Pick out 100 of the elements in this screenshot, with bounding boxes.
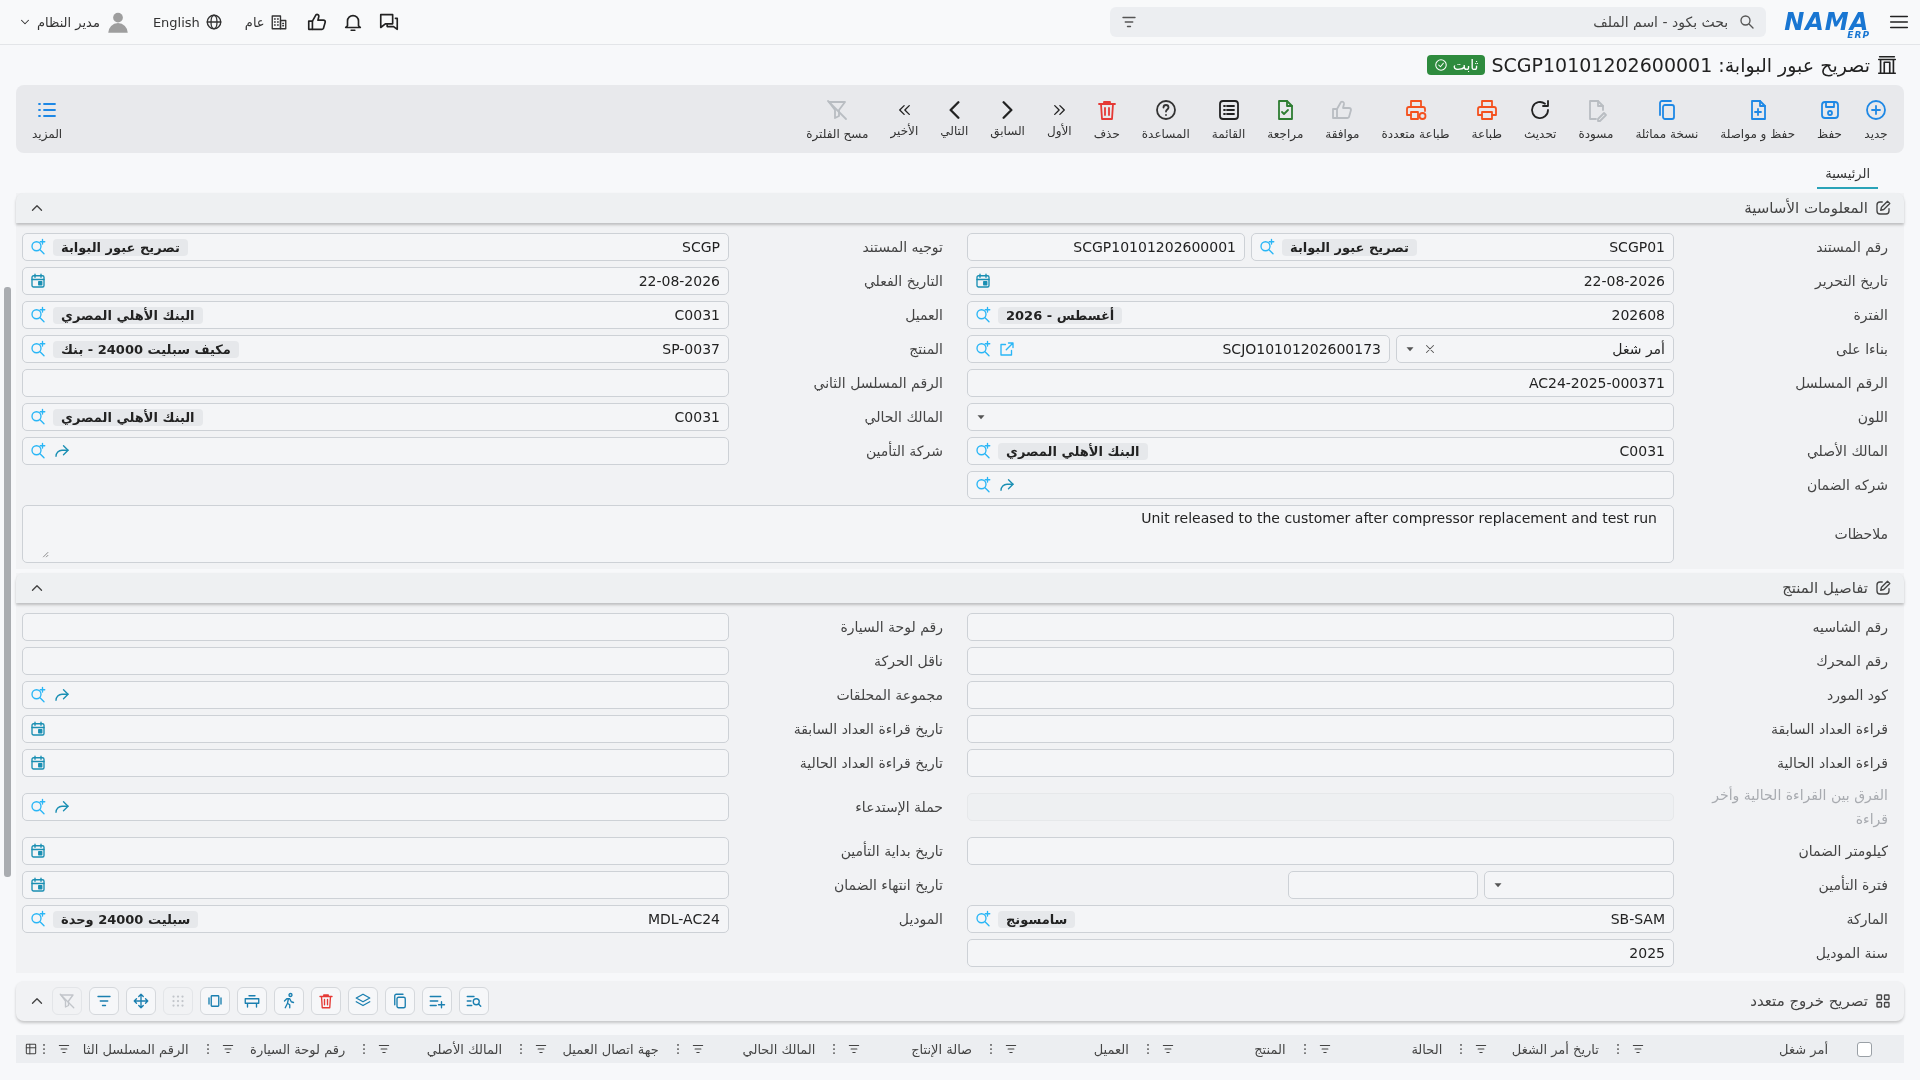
toolbar-button[interactable]: حذف: [1083, 93, 1130, 145]
calendar-icon[interactable]: [974, 272, 992, 290]
tool-button[interactable]: [348, 987, 378, 1015]
dropdown-field[interactable]: [1484, 871, 1674, 899]
input-field[interactable]: SCGP10101202600001: [967, 233, 1245, 261]
date-field[interactable]: [22, 715, 729, 743]
calendar-icon[interactable]: [29, 720, 47, 738]
tool-button[interactable]: [200, 987, 230, 1015]
section-header[interactable]: المعلومات الأساسية: [16, 193, 1904, 223]
input-field[interactable]: [22, 369, 729, 397]
tool-button[interactable]: [237, 987, 267, 1015]
toolbar-button[interactable]: الأول: [1036, 96, 1082, 142]
calendar-icon[interactable]: [29, 842, 47, 860]
toolbar-button[interactable]: التالي: [930, 96, 979, 142]
filter-icon[interactable]: [1317, 1042, 1332, 1056]
share-arrow-icon[interactable]: [998, 476, 1016, 494]
input-field[interactable]: [967, 837, 1674, 865]
tool-button[interactable]: [274, 987, 304, 1015]
toolbar-button[interactable]: حفظ و مواصلة: [1710, 93, 1806, 145]
search-input[interactable]: بحث بكود - اسم الملف: [1146, 13, 1731, 31]
user-menu[interactable]: مدير النظام: [14, 9, 135, 35]
dropdown-field[interactable]: [967, 403, 1674, 431]
table-settings-icon[interactable]: [23, 1042, 38, 1056]
dropdown-field[interactable]: أمر شغل: [1396, 335, 1674, 363]
tool-button[interactable]: [89, 987, 119, 1015]
tool-button[interactable]: [422, 987, 452, 1015]
lookup-field[interactable]: SCJO10101202600173: [967, 335, 1390, 363]
thumbs-up-icon[interactable]: [305, 11, 328, 33]
date-field[interactable]: [22, 837, 729, 865]
toolbar-button[interactable]: المساعدة: [1131, 93, 1200, 145]
filter-icon[interactable]: [56, 1042, 71, 1056]
date-field[interactable]: 22-08-2026: [22, 267, 729, 295]
toolbar-button[interactable]: القائمة: [1201, 93, 1256, 145]
column-header[interactable]: تاريخ أمر الشغل: [1511, 1041, 1599, 1057]
calendar-icon[interactable]: [29, 754, 47, 772]
filter-icon[interactable]: [534, 1042, 549, 1056]
column-header[interactable]: الحالة: [1411, 1041, 1443, 1057]
chat-icon[interactable]: [377, 11, 400, 33]
toolbar-button[interactable]: نسخة مماثلة: [1625, 93, 1709, 145]
search-field[interactable]: بحث بكود - اسم الملف: [1110, 7, 1767, 37]
input-field[interactable]: [967, 715, 1674, 743]
toolbar-button[interactable]: طباعة: [1461, 93, 1512, 145]
column-header[interactable]: المالك الأصلي: [426, 1041, 503, 1057]
toolbar-button[interactable]: السابق: [980, 96, 1035, 142]
tool-button[interactable]: [311, 987, 341, 1015]
filter-icon[interactable]: [1474, 1042, 1489, 1056]
column-header[interactable]: العميل: [1093, 1041, 1129, 1057]
column-header[interactable]: المنتج: [1254, 1041, 1286, 1057]
date-field[interactable]: 22-08-2026: [967, 267, 1674, 295]
language-selector[interactable]: English: [148, 13, 227, 31]
toolbar-button[interactable]: طباعة متعددة: [1371, 93, 1460, 145]
filter-icon[interactable]: [377, 1042, 392, 1056]
section-header[interactable]: تفاصيل المنتج: [16, 573, 1904, 603]
toolbar-button[interactable]: مراجعة: [1257, 93, 1314, 145]
column-header[interactable]: رقم لوحة السيارة: [250, 1041, 346, 1057]
share-arrow-icon[interactable]: [53, 798, 71, 816]
branch-selector[interactable]: عام: [240, 13, 292, 31]
notes-field[interactable]: Unit released to the customer after compressor replacement and test run: [22, 505, 1674, 563]
scrollbar-thumb[interactable]: [4, 287, 11, 877]
column-header[interactable]: صالة الإنتاج: [911, 1041, 973, 1057]
calendar-icon[interactable]: [29, 876, 47, 894]
calendar-icon[interactable]: [29, 272, 47, 290]
lookup-field[interactable]: [22, 681, 729, 709]
toolbar-button[interactable]: جديد: [1854, 93, 1898, 145]
external-link-icon[interactable]: [998, 340, 1016, 358]
column-header[interactable]: جهة اتصال العميل: [562, 1041, 659, 1057]
toolbar-button[interactable]: الأخير: [880, 96, 929, 142]
input-field[interactable]: AC24-2025-000371: [967, 369, 1674, 397]
input-field[interactable]: [22, 613, 729, 641]
column-header[interactable]: أمر شغل: [1779, 1041, 1828, 1057]
filter-icon[interactable]: [1160, 1042, 1175, 1056]
column-header[interactable]: الرقم المسلسل الثا: [82, 1041, 189, 1057]
filter-icon[interactable]: [690, 1042, 705, 1056]
tool-button[interactable]: [459, 987, 489, 1015]
input-field[interactable]: [967, 681, 1674, 709]
input-field[interactable]: [967, 749, 1674, 777]
filter-icon[interactable]: [1630, 1042, 1645, 1056]
share-arrow-icon[interactable]: [53, 442, 71, 460]
tool-button[interactable]: [126, 987, 156, 1015]
input-field[interactable]: [967, 613, 1674, 641]
tool-button[interactable]: [385, 987, 415, 1015]
column-header[interactable]: المالك الحالي: [742, 1041, 816, 1057]
toolbar-button[interactable]: تحديث: [1513, 93, 1567, 145]
date-field[interactable]: [22, 749, 729, 777]
filter-icon[interactable]: [1004, 1042, 1019, 1056]
filter-icon[interactable]: [847, 1042, 862, 1056]
input-field[interactable]: [22, 647, 729, 675]
more-button[interactable]: المزيد: [22, 93, 73, 145]
filter-icon[interactable]: [220, 1042, 235, 1056]
date-field[interactable]: [22, 871, 729, 899]
tab[interactable]: الرئيسية: [1817, 160, 1878, 189]
share-arrow-icon[interactable]: [53, 686, 71, 704]
input-field[interactable]: [967, 647, 1674, 675]
checkbox[interactable]: [1856, 1041, 1872, 1057]
lookup-field[interactable]: [967, 471, 1674, 499]
clear-icon[interactable]: [1423, 342, 1437, 356]
lookup-field[interactable]: [22, 793, 729, 821]
input-field[interactable]: [1288, 871, 1478, 899]
lookup-field[interactable]: [22, 437, 729, 465]
input-field[interactable]: 2025: [967, 939, 1674, 967]
